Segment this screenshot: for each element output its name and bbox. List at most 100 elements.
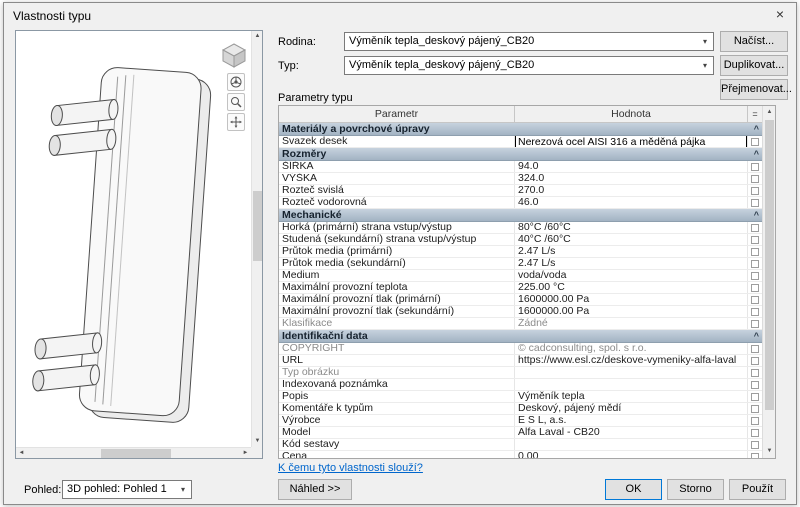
- cancel-button[interactable]: Storno: [667, 479, 724, 500]
- associate-cell[interactable]: [748, 355, 762, 366]
- associate-cell[interactable]: [748, 282, 762, 293]
- associate-checkbox[interactable]: [751, 441, 759, 449]
- param-value-cell[interactable]: E S L, a.s.: [515, 415, 748, 426]
- param-value-cell[interactable]: 0.00: [515, 451, 748, 458]
- param-group-header[interactable]: Identifikační data^: [279, 330, 762, 343]
- scroll-left-icon[interactable]: ◄: [16, 448, 27, 459]
- close-icon[interactable]: ×: [765, 4, 795, 26]
- param-value-cell[interactable]: https://www.esl.cz/deskove-vymeniky-alfa…: [515, 355, 748, 366]
- associate-checkbox[interactable]: [751, 284, 759, 292]
- table-scrollbar[interactable]: ▲ ▼: [762, 106, 775, 458]
- param-value-cell[interactable]: Žádné: [515, 318, 748, 329]
- associate-cell[interactable]: [748, 343, 762, 354]
- param-value-cell[interactable]: Alfa Laval - CB20: [515, 427, 748, 438]
- param-value-cell[interactable]: [515, 136, 748, 147]
- param-value-cell[interactable]: Výměník tepla: [515, 391, 748, 402]
- collapse-chevron-icon[interactable]: ^: [754, 209, 762, 221]
- preview-toggle-button[interactable]: Náhled >>: [278, 479, 352, 500]
- scroll-right-icon[interactable]: ►: [240, 448, 251, 459]
- associate-checkbox[interactable]: [751, 320, 759, 328]
- preview-viewport[interactable]: [16, 31, 251, 447]
- associate-checkbox[interactable]: [751, 417, 759, 425]
- type-dropdown[interactable]: Výměník tepla_deskový pájený_CB20 ▾: [344, 56, 714, 75]
- associate-cell[interactable]: [748, 391, 762, 402]
- associate-cell[interactable]: [748, 258, 762, 269]
- associate-cell[interactable]: [748, 439, 762, 450]
- zoom-icon[interactable]: [227, 93, 245, 111]
- associate-cell[interactable]: [748, 173, 762, 184]
- associate-checkbox[interactable]: [751, 393, 759, 401]
- param-value-cell[interactable]: 40°C /60°C: [515, 234, 748, 245]
- param-value-cell[interactable]: 225.00 °C: [515, 282, 748, 293]
- associate-cell[interactable]: [748, 246, 762, 257]
- associate-cell[interactable]: [748, 451, 762, 458]
- column-header-parameter[interactable]: Parametr: [279, 106, 515, 122]
- param-value-cell[interactable]: 80°C /60°C: [515, 222, 748, 233]
- chevron-down-icon[interactable]: ▾: [175, 481, 191, 498]
- param-value-input[interactable]: [515, 136, 747, 147]
- preview-vscroll-thumb[interactable]: [253, 191, 262, 261]
- family-dropdown[interactable]: Výměník tepla_deskový pájený_CB20 ▾: [344, 32, 714, 51]
- associate-cell[interactable]: [748, 222, 762, 233]
- preview-hscroll-thumb[interactable]: [101, 449, 171, 458]
- param-value-cell[interactable]: 2.47 L/s: [515, 246, 748, 257]
- scroll-up-icon[interactable]: ▲: [763, 106, 776, 119]
- associate-checkbox[interactable]: [751, 260, 759, 268]
- associate-cell[interactable]: [748, 294, 762, 305]
- collapse-chevron-icon[interactable]: ^: [754, 330, 762, 342]
- collapse-chevron-icon[interactable]: ^: [754, 148, 762, 160]
- load-button[interactable]: Načíst...: [720, 31, 788, 52]
- viewcube-icon[interactable]: [220, 41, 248, 69]
- associate-cell[interactable]: [748, 197, 762, 208]
- param-value-cell[interactable]: 46.0: [515, 197, 748, 208]
- associate-checkbox[interactable]: [751, 187, 759, 195]
- pan-icon[interactable]: [227, 113, 245, 131]
- steering-wheel-icon[interactable]: [227, 73, 245, 91]
- associate-cell[interactable]: [748, 306, 762, 317]
- apply-button[interactable]: Použít: [729, 479, 786, 500]
- associate-checkbox[interactable]: [751, 357, 759, 365]
- preview-vertical-scrollbar[interactable]: ▲ ▼: [251, 31, 262, 447]
- param-value-cell[interactable]: 270.0: [515, 185, 748, 196]
- chevron-down-icon[interactable]: ▾: [697, 57, 713, 74]
- chevron-down-icon[interactable]: ▾: [697, 33, 713, 50]
- duplicate-button[interactable]: Duplikovat...: [720, 55, 788, 76]
- associate-checkbox[interactable]: [751, 345, 759, 353]
- associate-cell[interactable]: [748, 234, 762, 245]
- dialog-titlebar[interactable]: Vlastnosti typu ×: [4, 3, 796, 29]
- associate-checkbox[interactable]: [751, 381, 759, 389]
- associate-checkbox[interactable]: [751, 175, 759, 183]
- param-value-cell[interactable]: [515, 367, 748, 378]
- view-dropdown[interactable]: 3D pohled: Pohled 1 ▾: [62, 480, 192, 499]
- ok-button[interactable]: OK: [605, 479, 662, 500]
- scroll-down-icon[interactable]: ▼: [252, 436, 263, 447]
- associate-cell[interactable]: [748, 415, 762, 426]
- associate-cell[interactable]: [748, 403, 762, 414]
- associate-checkbox[interactable]: [751, 429, 759, 437]
- associate-checkbox[interactable]: [751, 138, 759, 146]
- help-link[interactable]: K čemu tyto vlastnosti slouží?: [278, 462, 423, 474]
- param-value-cell[interactable]: 1600000.00 Pa: [515, 294, 748, 305]
- associate-checkbox[interactable]: [751, 369, 759, 377]
- associate-cell[interactable]: [748, 270, 762, 281]
- associate-checkbox[interactable]: [751, 248, 759, 256]
- rename-button[interactable]: Přejmenovat...: [720, 79, 788, 100]
- scroll-up-icon[interactable]: ▲: [252, 31, 263, 42]
- param-group-header[interactable]: Materiály a povrchové úpravy^: [279, 123, 762, 136]
- param-value-cell[interactable]: 324.0: [515, 173, 748, 184]
- associate-cell[interactable]: [748, 367, 762, 378]
- collapse-chevron-icon[interactable]: ^: [754, 123, 762, 135]
- param-value-cell[interactable]: [515, 379, 748, 390]
- param-value-cell[interactable]: voda/voda: [515, 270, 748, 281]
- associate-checkbox[interactable]: [751, 199, 759, 207]
- associate-cell[interactable]: [748, 185, 762, 196]
- param-group-header[interactable]: Mechanické^: [279, 209, 762, 222]
- param-value-cell[interactable]: Deskový, pájený mědí: [515, 403, 748, 414]
- associate-checkbox[interactable]: [751, 236, 759, 244]
- param-value-cell[interactable]: [515, 439, 748, 450]
- associate-checkbox[interactable]: [751, 453, 759, 459]
- associate-cell[interactable]: [748, 318, 762, 329]
- column-header-value[interactable]: Hodnota: [515, 106, 748, 122]
- param-value-cell[interactable]: 2.47 L/s: [515, 258, 748, 269]
- associate-checkbox[interactable]: [751, 163, 759, 171]
